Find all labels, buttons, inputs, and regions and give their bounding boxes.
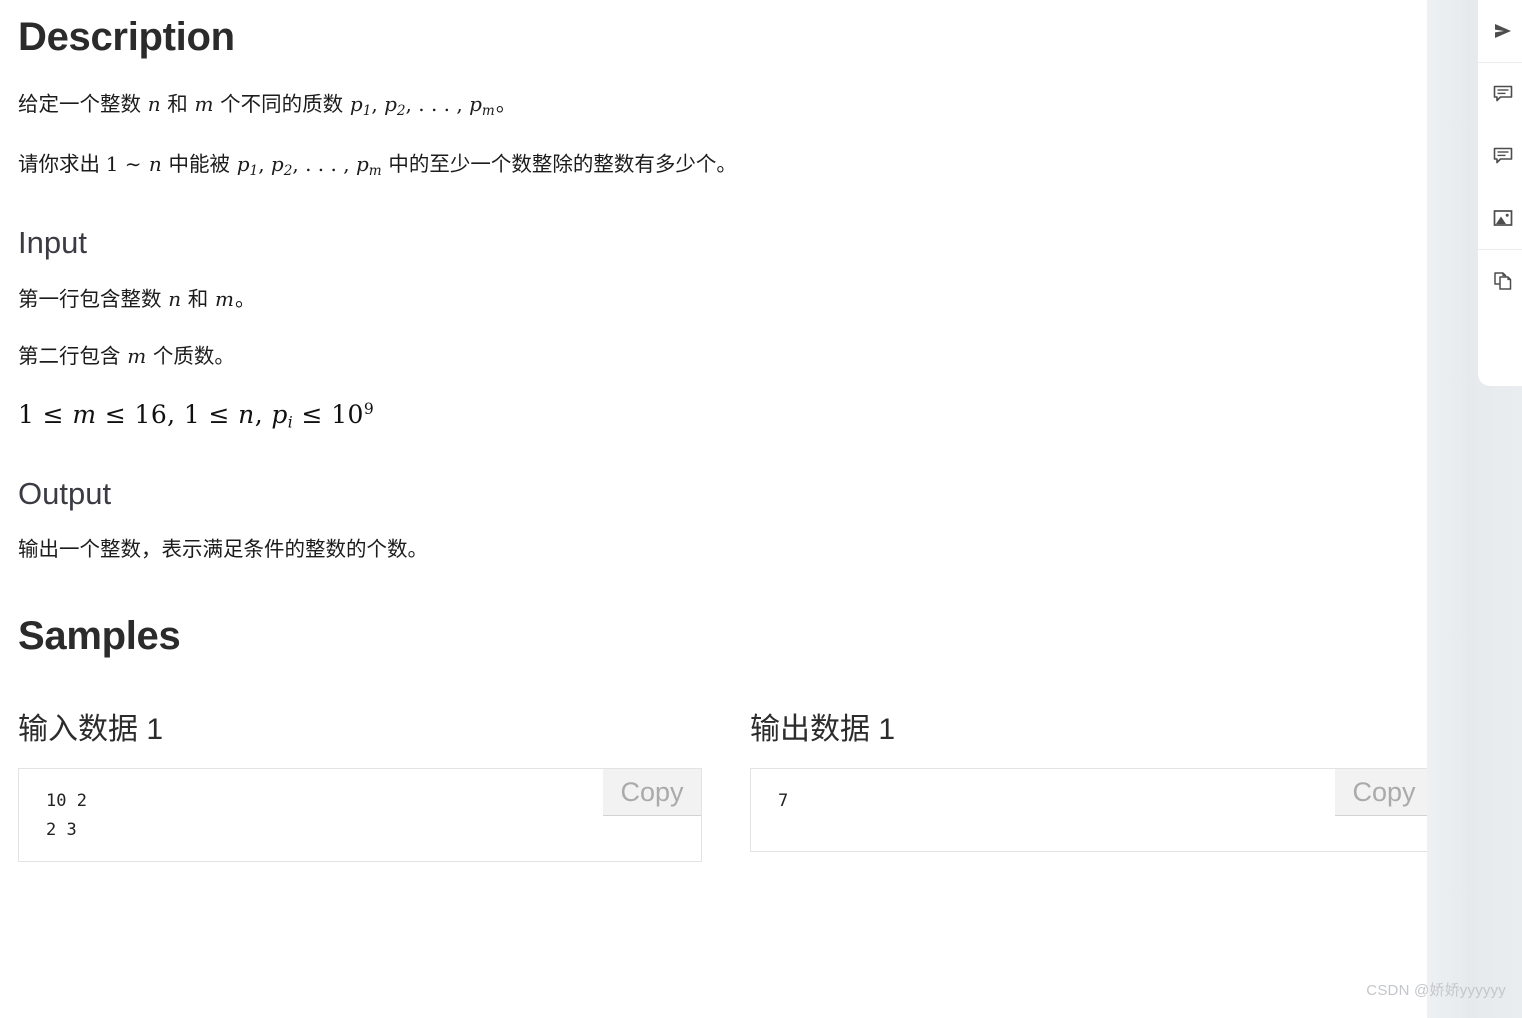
samples-heading: Samples: [18, 614, 181, 659]
input-constraint-formula: 1 ≤ m ≤ 16, 1 ≤ n, pi ≤ 109: [18, 400, 1409, 432]
constraint-part-h: ≤ 10: [293, 400, 364, 430]
constraint-part-d: n: [238, 400, 255, 430]
constraint-part-a: 1 ≤: [18, 400, 73, 430]
input-l2-text-1: 第二行包含: [18, 345, 127, 369]
sample-input-box: 10 2 2 3 Copy: [18, 768, 702, 863]
math-p-list-2: p1, p2, . . . , pm: [236, 151, 382, 179]
constraint-part-i: 9: [363, 400, 375, 419]
input-l1-text-1: 第一行包含整数: [18, 287, 168, 311]
input-heading: Input: [18, 225, 87, 260]
comment-icon: [1492, 83, 1514, 105]
sample-output-code: 7: [778, 791, 789, 812]
sample-output-box: 7 Copy: [750, 768, 1434, 853]
output-heading: Output: [18, 475, 112, 511]
input-line-2: 第二行包含 m 个质数。: [18, 342, 1409, 372]
desc-p1-text-2: 和: [161, 93, 194, 116]
math-p-list-1: p1, p2, . . . , pm: [349, 92, 495, 119]
input-l2-text-2: 个质数。: [147, 345, 235, 369]
input-line-1: 第一行包含整数 n 和 m。: [18, 285, 1409, 315]
math-tilde: ∼: [118, 151, 148, 176]
comment-alt-icon-button[interactable]: [1478, 125, 1522, 187]
comment-icon-button[interactable]: [1478, 63, 1522, 125]
image-icon: [1492, 207, 1514, 229]
constraint-part-f: p: [271, 400, 288, 430]
input-l1-text-2: 和: [182, 287, 214, 311]
floating-tool-panel: [1478, 0, 1522, 386]
constraint-part-e: ,: [254, 400, 272, 430]
desc-p2-text-1: 请你求出: [18, 152, 106, 176]
math-one: 1: [105, 151, 119, 176]
math-m-1: m: [194, 92, 214, 116]
sample-output-column: 输出数据 1 7 Copy: [750, 713, 1434, 853]
csdn-watermark: CSDN @娇娇yyyyyy: [1366, 982, 1506, 999]
send-icon: [1492, 20, 1514, 42]
description-paragraph-2: 请你求出 1 ∼ n 中能被 p1, p2, . . . , pm 中的至少一个…: [18, 150, 1409, 182]
math-n-3: n: [168, 286, 182, 311]
input-l1-text-3: 。: [234, 287, 256, 311]
math-m-3: m: [127, 344, 147, 369]
constraint-part-c: ≤ 16, 1 ≤: [96, 400, 239, 430]
math-m-2: m: [215, 286, 234, 311]
send-icon-button[interactable]: [1478, 0, 1522, 62]
description-heading: Description: [18, 15, 235, 59]
desc-p1-text-1: 给定一个整数: [18, 93, 147, 116]
constraint-part-b: m: [72, 400, 97, 430]
desc-p1-text-3: 个不同的质数: [214, 93, 349, 116]
sample-input-column: 输入数据 1 10 2 2 3 Copy: [18, 713, 702, 863]
tool-group-copy: [1478, 250, 1522, 312]
problem-content-pane: Description 给定一个整数 n 和 m 个不同的质数 p1, p2, …: [0, 0, 1434, 1018]
description-paragraph-1: 给定一个整数 n 和 m 个不同的质数 p1, p2, . . . , pm。: [18, 90, 1409, 122]
desc-p1-text-4: 。: [495, 93, 517, 116]
samples-grid: 输入数据 1 10 2 2 3 Copy 输出数据 1 7 Copy: [18, 713, 1434, 863]
sample-input-title: 输入数据 1: [18, 713, 164, 747]
copy-pages-icon: [1492, 270, 1514, 292]
copy-output-button[interactable]: Copy: [1335, 769, 1433, 817]
math-n-2: n: [148, 151, 162, 176]
comment-alt-icon: [1492, 145, 1514, 167]
image-icon-button[interactable]: [1478, 187, 1522, 249]
tool-group-share: [1478, 0, 1522, 63]
sample-output-title: 输出数据 1: [750, 713, 896, 747]
copy-pages-icon-button[interactable]: [1478, 250, 1522, 312]
desc-p2-text-3: 中的至少一个数整除的整数有多少个。: [382, 152, 737, 176]
math-n-1: n: [147, 92, 161, 116]
desc-p2-text-2: 中能被: [162, 152, 236, 176]
copy-input-button[interactable]: Copy: [603, 769, 701, 817]
sample-input-code: 10 2 2 3: [46, 791, 87, 841]
tool-group-actions: [1478, 63, 1522, 250]
output-paragraph: 输出一个整数，表示满足条件的整数的个数。: [18, 538, 428, 562]
